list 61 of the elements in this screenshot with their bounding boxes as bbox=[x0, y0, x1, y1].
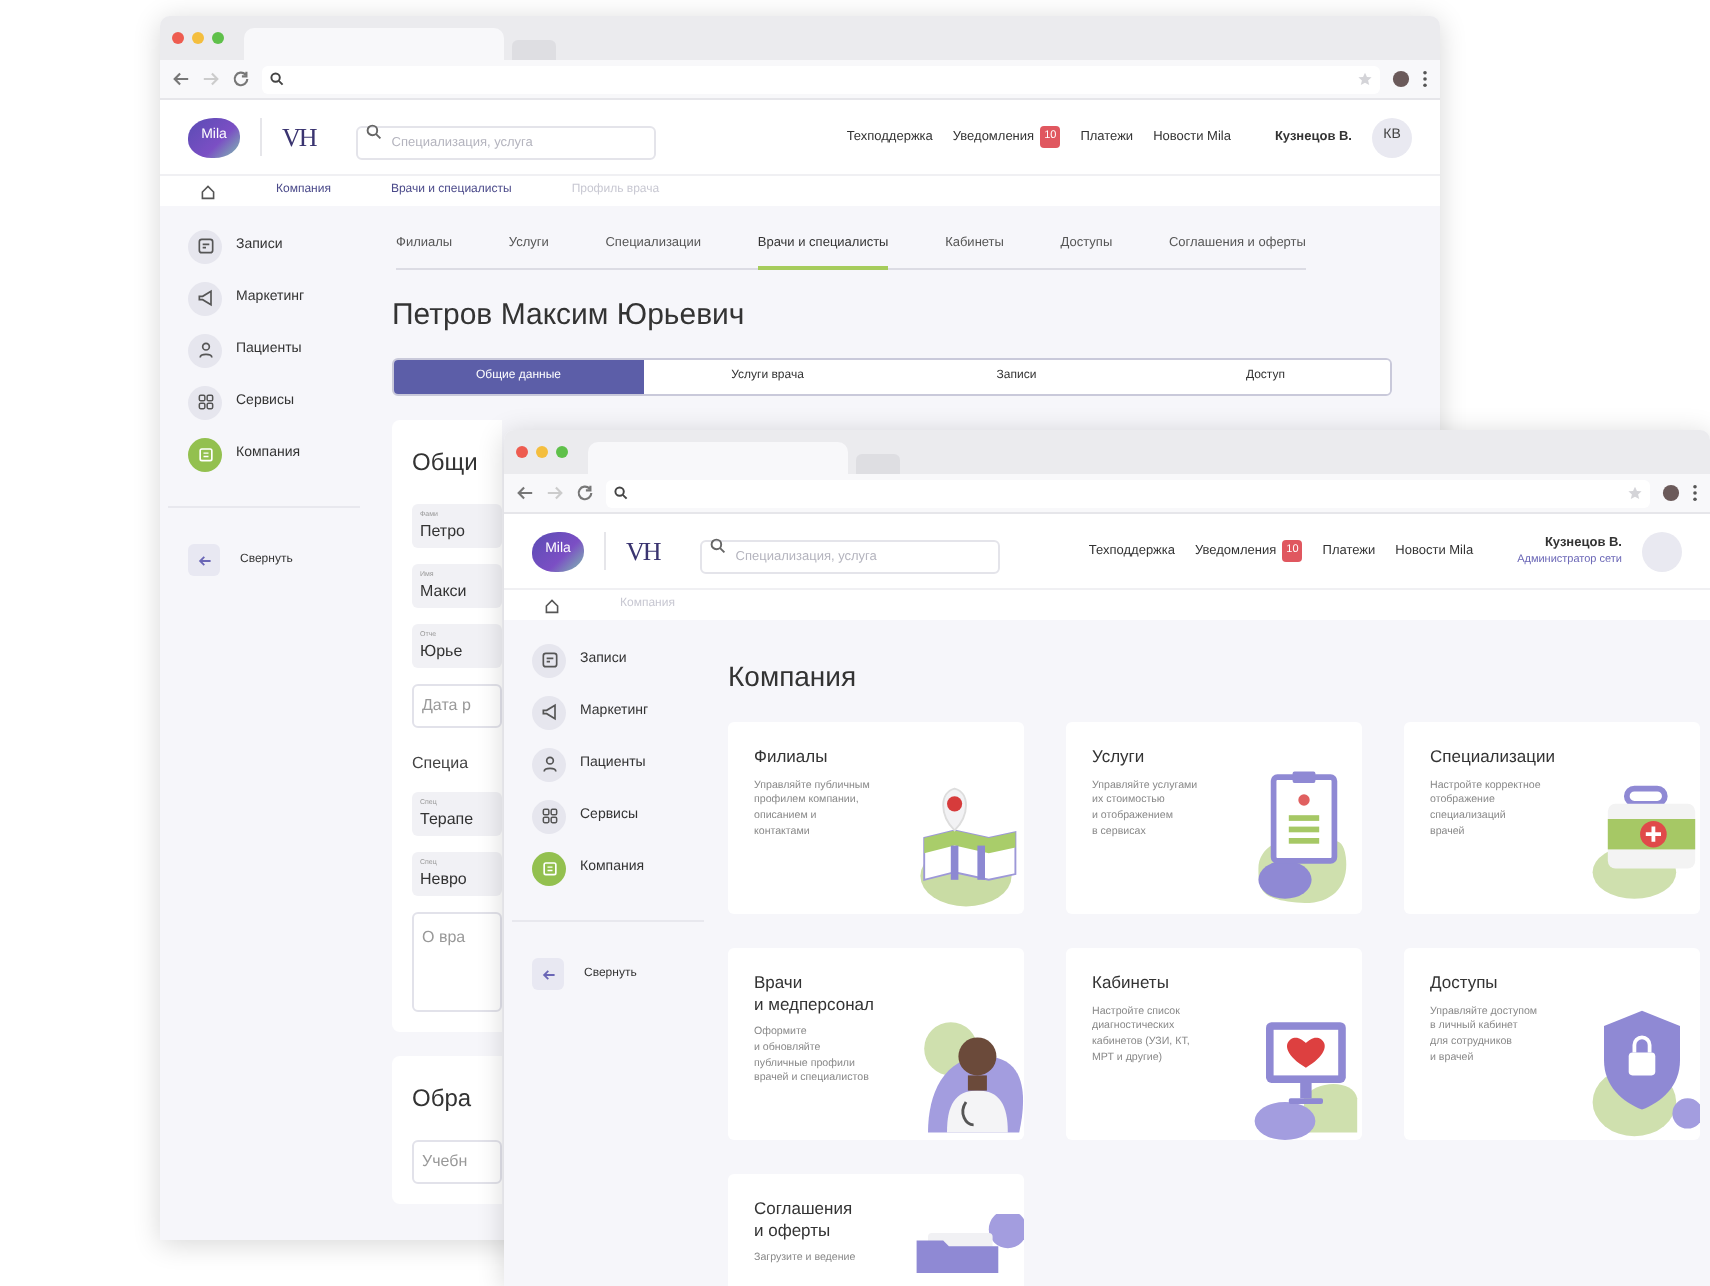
home-icon[interactable] bbox=[200, 183, 216, 199]
field-value: Юрье bbox=[420, 639, 465, 664]
profile-icon[interactable] bbox=[1392, 70, 1410, 88]
arrow-left-icon bbox=[541, 967, 555, 981]
subsection-title: Специа bbox=[412, 752, 471, 777]
field-value: Терапе bbox=[420, 807, 476, 832]
section-title: Обра bbox=[412, 1082, 474, 1117]
notes-icon bbox=[195, 236, 215, 256]
maximize-icon[interactable] bbox=[556, 446, 568, 458]
new-tab-button[interactable] bbox=[512, 40, 556, 60]
building-icon bbox=[195, 444, 215, 464]
field-value: Макси bbox=[420, 579, 469, 604]
grid-icon bbox=[539, 806, 559, 826]
field-value: Невро bbox=[420, 867, 469, 892]
person-icon bbox=[195, 340, 215, 360]
back-icon[interactable] bbox=[172, 70, 190, 88]
card-title: Доступы bbox=[1430, 972, 1500, 994]
profile-icon[interactable] bbox=[1662, 484, 1680, 502]
forward-icon[interactable] bbox=[202, 70, 220, 88]
close-icon[interactable] bbox=[516, 446, 528, 458]
card-title: Врачи и медперсонал bbox=[754, 972, 876, 1015]
search-icon bbox=[614, 486, 628, 500]
more-icon[interactable] bbox=[1692, 484, 1698, 502]
card-title: Услуги bbox=[1092, 746, 1147, 768]
card-title: Соглашения и оферты bbox=[754, 1198, 855, 1241]
close-icon[interactable] bbox=[172, 32, 184, 44]
megaphone-icon bbox=[195, 288, 215, 308]
section-title: Общи bbox=[412, 446, 480, 481]
new-tab-button[interactable] bbox=[856, 454, 900, 474]
brand-logo: VH bbox=[604, 531, 660, 571]
search-icon bbox=[709, 537, 726, 553]
reload-icon[interactable] bbox=[576, 484, 594, 502]
star-icon[interactable] bbox=[1628, 486, 1642, 500]
card-title: Кабинеты bbox=[1092, 972, 1171, 994]
more-icon[interactable] bbox=[1422, 70, 1428, 88]
reload-icon[interactable] bbox=[232, 70, 250, 88]
collapse-button[interactable] bbox=[188, 544, 220, 576]
grid-icon bbox=[195, 392, 215, 412]
card-title: Специализации bbox=[1430, 746, 1558, 768]
maximize-icon[interactable] bbox=[212, 32, 224, 44]
search-icon bbox=[270, 72, 284, 86]
star-icon[interactable] bbox=[1358, 72, 1372, 86]
arrow-left-icon bbox=[197, 553, 211, 567]
brand-logo: VH bbox=[260, 117, 316, 157]
home-icon[interactable] bbox=[544, 597, 560, 613]
forward-icon[interactable] bbox=[546, 484, 564, 502]
page-title: Петров Максим Юрьевич bbox=[392, 295, 747, 336]
collapse-button[interactable] bbox=[532, 958, 564, 990]
building-icon bbox=[539, 858, 559, 878]
card-title: Филиалы bbox=[754, 746, 830, 768]
person-icon bbox=[539, 754, 559, 774]
address-bar[interactable] bbox=[262, 65, 1380, 93]
field-value: Петро bbox=[420, 519, 467, 544]
megaphone-icon bbox=[539, 702, 559, 722]
notes-icon bbox=[539, 650, 559, 670]
minimize-icon[interactable] bbox=[536, 446, 548, 458]
search-icon bbox=[365, 123, 382, 139]
back-icon[interactable] bbox=[516, 484, 534, 502]
page-title: Компания bbox=[728, 658, 859, 696]
minimize-icon[interactable] bbox=[192, 32, 204, 44]
address-bar[interactable] bbox=[606, 479, 1650, 507]
